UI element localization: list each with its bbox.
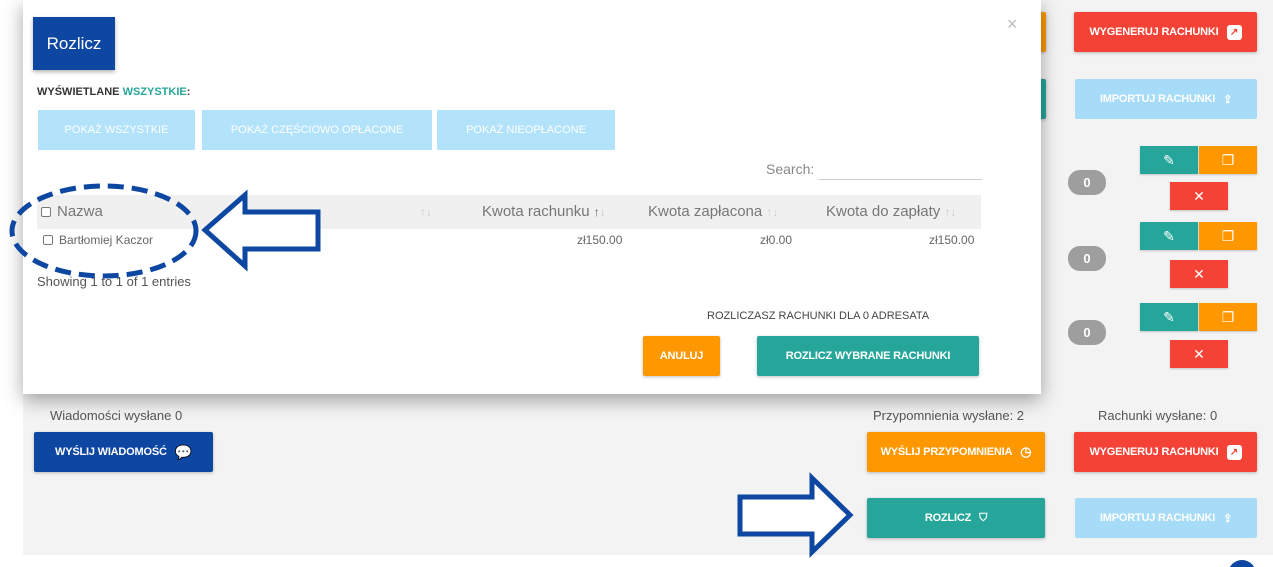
chat-icon: 💬 [174, 443, 192, 460]
filter-partially-paid-button[interactable]: POKAŻ CZĘŚCIOWO OPŁACONE [202, 110, 432, 150]
shield-check-icon: ⛉ [979, 511, 988, 524]
generate-bills-button[interactable]: WYGENERUJ RACHUNKI ↗ [1074, 432, 1257, 472]
sort-icon: ↑↓ [944, 205, 957, 219]
delete-button[interactable]: ✕ [1170, 182, 1228, 210]
sort-icon: ↑↓ [766, 205, 779, 219]
upload-icon: ⇪ [1223, 512, 1233, 525]
filter-unpaid-button[interactable]: POKAŻ NIEOPŁACONE [437, 110, 615, 150]
delete-button[interactable]: ✕ [1170, 260, 1228, 288]
column-paid[interactable]: Kwota zapłacona ↑↓ [648, 203, 778, 220]
edit-button[interactable]: ✎ [1140, 303, 1198, 331]
column-name[interactable]: Nazwa [41, 203, 103, 220]
delete-button[interactable]: ✕ [1170, 340, 1228, 368]
entries-info: Showing 1 to 1 of 1 entries [37, 274, 191, 289]
copy-icon: ❐ [1221, 308, 1235, 325]
share-icon: ↗ [1226, 444, 1242, 460]
pencil-icon: ✎ [1163, 227, 1175, 244]
cell-name: Bartłomiej Kaczor [43, 233, 153, 247]
count-badge: 0 [1068, 170, 1106, 195]
cancel-button[interactable]: ANULUJ [643, 336, 720, 376]
select-all-checkbox[interactable] [41, 207, 51, 217]
upload-icon: ⇪ [1223, 93, 1233, 106]
import-bills-button-top[interactable]: IMPORTUJ RACHUNKI ⇪ [1075, 79, 1257, 119]
count-badge: 0 [1068, 246, 1106, 271]
table-header: Nazwa ↑↓ Kwota rachunku ↑↓ Kwota zapłaco… [37, 195, 981, 229]
search-label: Search: [766, 161, 815, 177]
reminders-sent-label: Przypomnienia wysłane: 2 [873, 408, 1025, 423]
column-due[interactable]: Kwota do zapłaty ↑↓ [826, 203, 956, 220]
table-row[interactable]: Bartłomiej Kaczor zł150.00 zł0.00 zł150.… [37, 229, 981, 253]
generate-bills-button-top[interactable]: WYGENERUJ RACHUNKI ↗ [1074, 12, 1257, 52]
cell-paid: zł0.00 [760, 233, 793, 247]
settle-selected-button[interactable]: ROZLICZ WYBRANE RACHUNKI [757, 336, 979, 376]
column-amount[interactable]: Kwota rachunku ↑↓ [482, 203, 606, 220]
copy-icon: ❐ [1221, 227, 1235, 244]
sort-asc-icon: ↑↓ [593, 205, 606, 219]
settle-button[interactable]: ROZLICZ ⛉ [867, 498, 1045, 538]
close-icon: ✕ [1193, 345, 1205, 362]
copy-icon: ❐ [1221, 151, 1235, 168]
clock-icon: ◷ [1020, 444, 1032, 459]
cell-due: zł150.00 [929, 233, 975, 247]
filter-status-label: WYŚWIETLANE WSZYSTKIE: [37, 86, 191, 98]
cell-amount: zł150.00 [577, 233, 623, 247]
edit-button[interactable]: ✎ [1140, 222, 1198, 250]
copy-button[interactable]: ❐ [1199, 222, 1257, 250]
share-icon: ↗ [1226, 24, 1242, 40]
modal-title: Rozlicz [33, 17, 115, 70]
copy-button[interactable]: ❐ [1199, 303, 1257, 331]
row-checkbox[interactable] [43, 235, 53, 245]
settle-modal: Rozlicz × WYŚWIETLANE WSZYSTKIE: POKAŻ W… [23, 0, 1041, 394]
send-message-button[interactable]: WYŚLIJ WIADOMOŚĆ 💬 [34, 432, 213, 472]
close-icon: ✕ [1193, 187, 1205, 204]
copy-button[interactable]: ❐ [1199, 146, 1257, 174]
pencil-icon: ✎ [1163, 308, 1175, 325]
edit-button[interactable]: ✎ [1140, 146, 1198, 174]
send-reminders-button[interactable]: WYŚLIJ PRZYPOMNIENIA ◷ [867, 432, 1045, 472]
bills-sent-label: Rachunki wysłane: 0 [1098, 408, 1218, 423]
search-input[interactable] [819, 179, 982, 180]
import-bills-button[interactable]: IMPORTUJ RACHUNKI ⇪ [1075, 498, 1257, 538]
close-icon: ✕ [1193, 265, 1205, 282]
sort-icon: ↑↓ [420, 205, 432, 219]
pencil-icon: ✎ [1163, 151, 1175, 168]
close-icon[interactable]: × [1007, 14, 1018, 35]
count-badge: 0 [1068, 320, 1106, 345]
messages-sent-label: Wiadomości wysłane 0 [50, 408, 183, 423]
filter-show-all-button[interactable]: POKAŻ WSZYSTKIE [38, 110, 195, 150]
settlement-info: ROZLICZASZ RACHUNKI DLA 0 ADRESATA [707, 310, 930, 322]
